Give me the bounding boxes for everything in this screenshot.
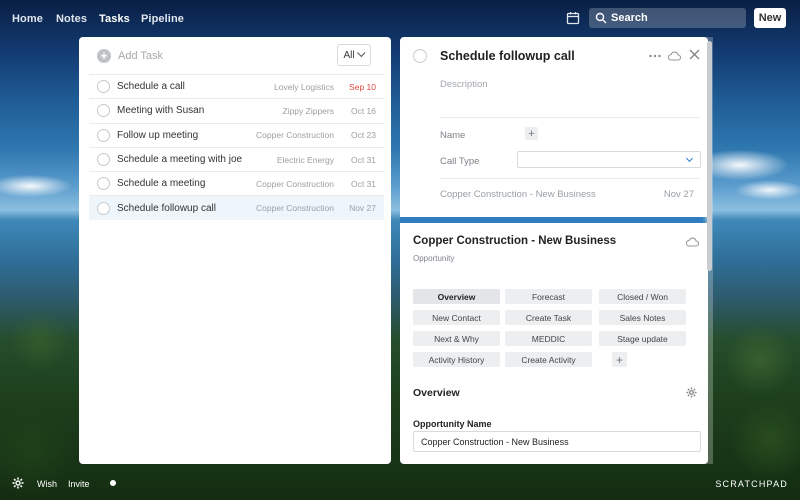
task-row-selected[interactable]: Schedule followup call Copper Constructi… [89,195,384,220]
add-icon: + [97,49,111,63]
top-nav: Home Notes Tasks Pipeline Search New [0,0,800,36]
task-date: Sep 10 [349,81,376,92]
activity-history-button[interactable]: Activity History [413,352,500,367]
task-row[interactable]: Follow up meeting Copper Construction Oc… [89,122,384,147]
bottom-bar: Wish Invite SCRATCHPAD [0,470,800,500]
task-company: Copper Construction [256,130,334,141]
call-type-select[interactable] [517,151,701,168]
task-date: Nov 27 [349,203,376,214]
task-list-panel: + Add Task All Schedule a call Lovely Lo… [79,37,391,464]
close-icon[interactable] [689,49,700,60]
divider [440,117,700,118]
nav-tasks[interactable]: Tasks [99,13,130,25]
task-list: Schedule a call Lovely Logistics Sep 10 … [89,74,384,220]
tab-forecast[interactable]: Forecast [505,289,592,304]
task-date: Oct 23 [350,130,376,141]
task-detail-panel: Schedule followup call Description Name … [400,37,708,217]
tab-closed-won[interactable]: Closed / Won [599,289,686,304]
record-type-label: Opportunity [413,254,455,263]
description-field[interactable]: Description [440,79,488,90]
meddic-button[interactable]: MEDDIC [505,331,592,346]
next-why-button[interactable]: Next & Why [413,331,500,346]
status-dot [110,480,116,486]
new-button[interactable]: New [754,8,786,28]
task-filter-select[interactable]: All [337,44,371,66]
add-task-label: Add Task [118,50,164,62]
settings-gear-icon[interactable] [12,477,24,489]
nav-notes[interactable]: Notes [56,13,87,25]
gear-icon[interactable] [686,387,697,398]
add-name-button[interactable]: + [525,127,538,140]
task-date: Oct 31 [350,154,376,165]
task-checkbox[interactable] [97,177,110,191]
task-checkbox[interactable] [97,128,110,142]
task-company: Electric Energy [276,154,334,165]
more-options-icon[interactable] [648,51,662,61]
call-type-label: Call Type [440,156,480,167]
calendar-icon[interactable] [566,11,580,25]
task-company: Copper Construction [256,178,334,189]
cloud-sync-icon[interactable] [667,51,681,61]
task-checkbox[interactable] [97,153,110,167]
new-contact-button[interactable]: New Contact [413,310,500,325]
task-date: Oct 31 [350,178,376,189]
search-input[interactable]: Search [589,8,746,28]
divider [440,178,700,179]
scrollbar[interactable] [705,37,713,464]
task-company: Lovely Logistics [273,81,334,92]
task-detail-title[interactable]: Schedule followup call [440,49,575,63]
nav-home[interactable]: Home [12,13,43,25]
create-task-button[interactable]: Create Task [505,310,592,325]
brand-logo: SCRATCHPAD [715,479,788,489]
opportunity-panel: Copper Construction - New Business Oppor… [400,223,708,464]
cloud-sync-icon[interactable] [685,237,699,247]
add-task-button[interactable]: + Add Task [97,48,163,64]
wish-link[interactable]: Wish [37,479,57,489]
search-label: Search [611,12,648,24]
section-title: Overview [413,387,460,399]
task-row[interactable]: Schedule a call Lovely Logistics Sep 10 [89,74,384,98]
task-row[interactable]: Schedule a meeting with joe Electric Ene… [89,146,384,171]
name-label: Name [440,130,466,141]
tab-overview[interactable]: Overview [413,289,500,304]
task-row[interactable]: Meeting with Susan Zippy Zippers Oct 16 [89,98,384,122]
task-title: Follow up meeting [117,129,199,141]
stage-update-button[interactable]: Stage update [599,331,686,346]
filter-value: All [343,49,355,61]
task-row[interactable]: Schedule a meeting Copper Construction O… [89,171,384,195]
task-title: Schedule a meeting [117,178,206,190]
search-icon [595,12,607,24]
task-title: Meeting with Susan [117,105,205,117]
task-company: Zippy Zippers [282,105,335,116]
task-checkbox[interactable] [97,104,110,118]
sales-notes-button[interactable]: Sales Notes [599,310,686,325]
task-title: Schedule a meeting with joe [117,154,243,166]
task-date: Oct 16 [350,105,376,116]
opportunity-name-field[interactable]: Copper Construction - New Business [413,431,701,452]
add-action-button[interactable]: + [612,352,627,367]
task-complete-checkbox[interactable] [413,49,427,63]
chevron-down-icon [356,48,366,58]
invite-link[interactable]: Invite [68,479,90,489]
task-title: Schedule a call [117,81,185,93]
scrollbar-thumb[interactable] [706,41,712,271]
create-activity-button[interactable]: Create Activity [505,352,592,367]
related-opportunity-link[interactable]: Copper Construction - New Business [440,189,596,200]
task-checkbox[interactable] [97,80,110,94]
opportunity-title[interactable]: Copper Construction - New Business [413,235,616,247]
chevron-down-icon [685,154,694,163]
task-company: Copper Construction [256,203,334,214]
related-date: Nov 27 [663,189,694,200]
opportunity-name-label: Opportunity Name [413,419,492,429]
nav-pipeline[interactable]: Pipeline [141,13,184,25]
task-checkbox[interactable] [97,201,110,215]
task-title: Schedule followup call [117,202,216,214]
